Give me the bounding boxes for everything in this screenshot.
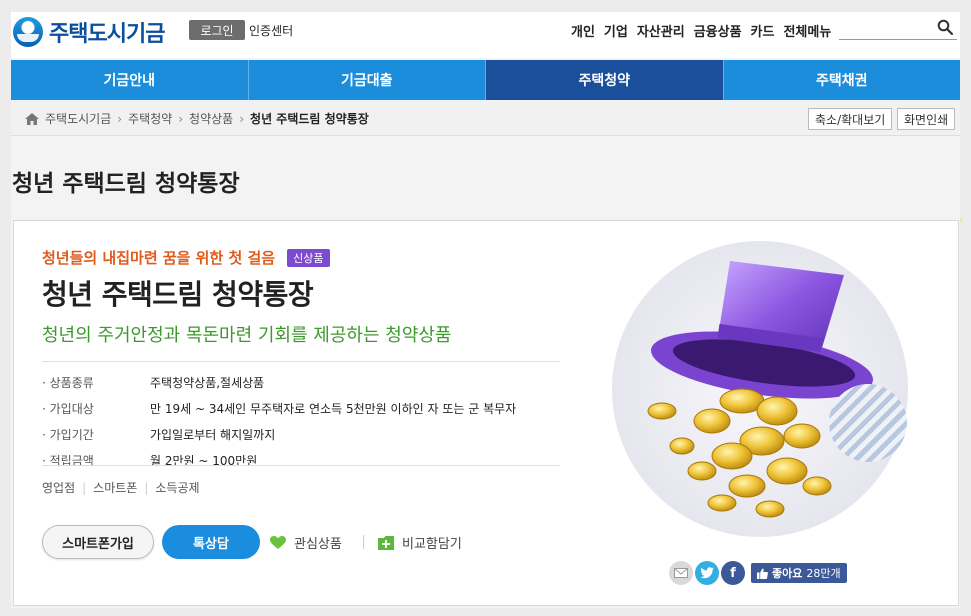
print-button[interactable]: 화면인쇄 (897, 108, 956, 130)
certificate-center-link[interactable]: 인증센터 (249, 22, 293, 39)
info-row-deposit-amount: 적립금액 월 2만원 ~ 100만원 (42, 447, 560, 473)
talk-consult-button[interactable]: 톡상담 (162, 525, 260, 559)
twitter-share-icon[interactable] (695, 561, 719, 585)
top-menu-card[interactable]: 카드 (751, 21, 775, 40)
search-input[interactable] (839, 18, 957, 40)
separator: | (144, 480, 149, 495)
info-label: 가입대상 (42, 400, 150, 417)
divider (42, 465, 560, 466)
chevron-right-icon: › (239, 111, 245, 126)
facebook-like-button[interactable]: 좋아요 28만개 (751, 563, 847, 583)
info-row-product-type: 상품종류 주택청약상품,절세상품 (42, 369, 560, 395)
smartphone-join-button[interactable]: 스마트폰가입 (42, 525, 154, 559)
page: 주택도시기금 로그인 인증센터 개인 기업 자산관리 금융상품 카드 전체메뉴 … (11, 12, 960, 608)
info-value: 만 19세 ~ 34세인 무주택자로 연소득 5천만원 이하인 자 또는 군 복… (150, 401, 517, 416)
product-card: 청년들의 내집마련 꿈을 위한 첫 걸음 신상품 청년 주택드림 청약통장 청년… (13, 220, 959, 606)
new-product-badge: 신상품 (287, 248, 330, 267)
divider (42, 361, 560, 362)
home-icon[interactable] (25, 112, 39, 125)
top-menu-financial-products[interactable]: 금융상품 (694, 21, 742, 40)
tagline-text: 청년들의 내집마련 꿈을 위한 첫 걸음 (42, 249, 276, 267)
like-count: 28만개 (806, 567, 841, 580)
chevron-right-icon: › (178, 111, 184, 126)
nav-item-fund-loan[interactable]: 기금대출 (249, 60, 486, 100)
header: 주택도시기금 로그인 인증센터 개인 기업 자산관리 금융상품 카드 전체메뉴 (11, 12, 960, 58)
logo-text: 주택도시기금 (49, 22, 165, 47)
info-label: 상품종류 (42, 374, 150, 391)
separator (363, 535, 364, 549)
top-menu-asset-management[interactable]: 자산관리 (637, 21, 685, 40)
info-value: 주택청약상품,절세상품 (150, 375, 265, 390)
nav-item-fund-info[interactable]: 기금안내 (11, 60, 249, 100)
breadcrumb-current: 청년 주택드림 청약통장 (250, 112, 369, 126)
logo-icon (13, 17, 43, 47)
breadcrumb-housing-subscription[interactable]: 주택청약 (128, 110, 172, 127)
channel-link-smartphone[interactable]: 스마트폰 (93, 479, 137, 496)
breadcrumb-home[interactable]: 주택도시기금 (45, 110, 111, 127)
chevron-right-icon: › (117, 111, 123, 126)
login-button[interactable]: 로그인 (189, 20, 245, 40)
top-menu-business[interactable]: 기업 (604, 21, 628, 40)
info-row-period: 가입기간 가입일로부터 해지일까지 (42, 421, 560, 447)
top-menu-personal[interactable]: 개인 (571, 21, 595, 40)
thumbs-up-icon (757, 568, 768, 579)
nav-item-housing-subscription[interactable]: 주택청약 (486, 60, 724, 100)
add-compare-button[interactable]: 비교함담기 (378, 533, 462, 552)
logo[interactable]: 주택도시기금 (13, 16, 165, 48)
breadcrumb: 주택도시기금 › 주택청약 › 청약상품 › 청년 주택드림 청약통장 (25, 110, 369, 127)
compare-label: 비교함담기 (402, 537, 462, 552)
channel-link-income-deduction[interactable]: 소득공제 (155, 479, 199, 496)
info-label: 가입기간 (42, 426, 150, 443)
info-row-eligibility: 가입대상 만 19세 ~ 34세인 무주택자로 연소득 5천만원 이하인 자 또… (42, 395, 560, 421)
product-name: 청년 주택드림 청약통장 (42, 278, 314, 311)
page-title: 청년 주택드림 청약통장 (12, 171, 240, 197)
nav-item-housing-bond[interactable]: 주택채권 (724, 60, 961, 100)
decorative-stripe-disc (829, 384, 907, 462)
top-menu: 개인 기업 자산관리 금융상품 카드 전체메뉴 (571, 21, 831, 40)
breadcrumb-subscription-products[interactable]: 청약상품 (189, 110, 233, 127)
breadcrumb-bar: 주택도시기금 › 주택청약 › 청약상품 › 청년 주택드림 청약통장 축소/확… (11, 100, 960, 136)
channel-link-branch[interactable]: 영업점 (42, 479, 75, 496)
like-label: 좋아요 (772, 567, 803, 580)
product-info-list: 상품종류 주택청약상품,절세상품 가입대상 만 19세 ~ 34세인 무주택자로… (42, 369, 560, 473)
interest-label: 관심상품 (294, 537, 342, 552)
email-share-icon[interactable] (669, 561, 693, 585)
facebook-share-icon[interactable]: f (721, 561, 745, 585)
add-interest-button[interactable]: 관심상품 (270, 533, 342, 552)
main-nav: 기금안내 기금대출 주택청약 주택채권 (11, 60, 960, 100)
heart-icon (270, 535, 286, 549)
product-description: 청년의 주거안정과 목돈마련 기회를 제공하는 청약상품 (42, 325, 452, 346)
top-menu-all-menu[interactable]: 전체메뉴 (783, 21, 831, 40)
product-tagline: 청년들의 내집마련 꿈을 위한 첫 걸음 신상품 (42, 247, 330, 268)
info-value: 가입일로부터 해지일까지 (150, 427, 276, 442)
search-icon[interactable] (937, 19, 953, 35)
separator: | (82, 480, 87, 495)
zoom-button[interactable]: 축소/확대보기 (808, 108, 893, 130)
folder-add-icon (378, 535, 394, 550)
channel-links: 영업점 | 스마트폰 | 소득공제 (42, 479, 200, 496)
share-bar: f 좋아요 28만개 (669, 561, 847, 585)
